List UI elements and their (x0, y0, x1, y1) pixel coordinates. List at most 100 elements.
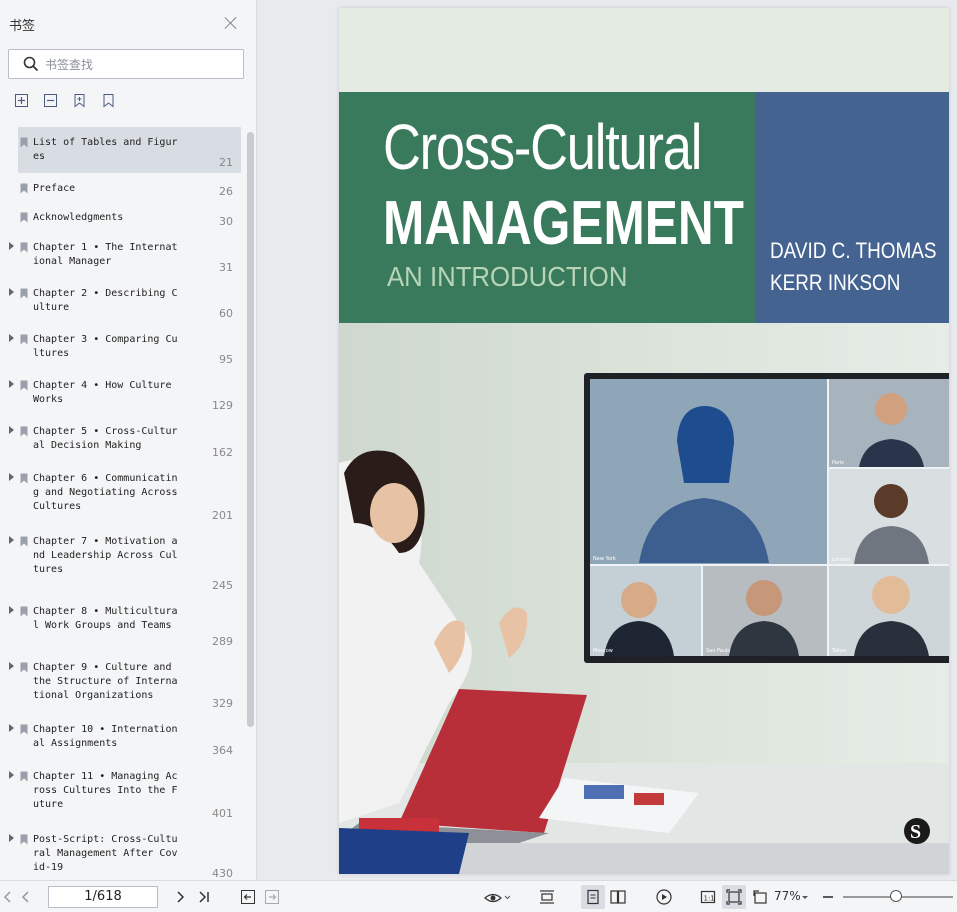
expand-arrow-icon[interactable] (9, 771, 14, 779)
bookmark-item[interactable]: Chapter 1 • The Internat ional Manager 31 (0, 232, 244, 278)
cover-author-1: DAVID C. THOMAS (770, 238, 937, 263)
cover-author-2: KERR INKSON (770, 270, 901, 295)
expand-all-icon[interactable] (14, 93, 29, 108)
bookmark-flag-icon (20, 334, 28, 345)
bookmark-flag-icon (20, 183, 28, 194)
next-page-icon[interactable] (172, 889, 188, 905)
bookmark-item[interactable]: Acknowledgments 30 (0, 202, 244, 232)
rotate-icon[interactable] (752, 889, 768, 905)
fit-page-icon[interactable] (726, 889, 742, 905)
expand-arrow-icon[interactable] (9, 288, 14, 296)
play-slideshow-icon[interactable] (656, 889, 672, 905)
bookmark-item[interactable]: Chapter 10 • Internation al Assignments 3… (0, 714, 244, 761)
bookmark-label: List of Tables and Figur es (33, 137, 178, 162)
bookmark-page-number: 364 (212, 744, 233, 757)
bookmark-page-number: 430 (212, 867, 233, 880)
bookmark-item[interactable]: Post-Script: Cross-Cultu ral Management … (0, 824, 244, 880)
expand-arrow-icon[interactable] (9, 426, 14, 434)
cover-photo: New York Paris London Moscow Sao Paulo T… (339, 323, 949, 874)
bookmark-item[interactable]: Chapter 4 • How Culture Works 129 (0, 370, 244, 416)
bookmark-item[interactable]: Preface 26 (0, 173, 244, 202)
svg-text:S: S (910, 821, 921, 843)
expand-arrow-icon[interactable] (9, 334, 14, 342)
bookmark-label: Chapter 9 • Culture and the Structure of… (33, 662, 178, 701)
expand-arrow-icon[interactable] (9, 606, 14, 614)
bookmark-page-number: 95 (219, 353, 233, 366)
bookmark-flag-icon (20, 288, 28, 299)
bookmark-flag-icon (20, 242, 28, 253)
bookmark-flag-icon (20, 536, 28, 547)
expand-arrow-icon[interactable] (9, 834, 14, 842)
zoom-level[interactable]: 77% (774, 889, 801, 903)
bookmark-label: Post-Script: Cross-Cultu ral Management … (33, 834, 178, 873)
bookmark-label: Chapter 4 • How Culture Works (33, 380, 172, 405)
bookmark-item[interactable]: Chapter 3 • Comparing Cu ltures 95 (0, 324, 244, 370)
fit-width-icon[interactable] (539, 889, 555, 905)
last-page-icon[interactable] (196, 889, 212, 905)
expand-arrow-icon[interactable] (9, 536, 14, 544)
pdf-page-cover: Cross-Cultural MANAGEMENT AN INTRODUCTIO… (339, 8, 949, 874)
forward-view-icon[interactable] (264, 889, 280, 905)
bookmark-label: Chapter 3 • Comparing Cu ltures (33, 334, 178, 359)
zoom-dropdown-icon[interactable] (801, 889, 809, 905)
bookmark-page-number: 401 (212, 807, 233, 820)
tile-label-paris: Paris (832, 460, 844, 466)
two-page-icon[interactable] (610, 889, 626, 905)
bookmark-page-number: 31 (219, 261, 233, 274)
bookmark-page-number: 329 (212, 697, 233, 710)
bookmark-label: Chapter 5 • Cross-Cultur al Decision Mak… (33, 426, 178, 451)
bookmark-item[interactable]: Chapter 7 • Motivation a nd Leadership A… (0, 526, 244, 596)
bookmark-page-number: 26 (219, 185, 233, 198)
expand-arrow-icon[interactable] (9, 380, 14, 388)
bookmark-label: Chapter 7 • Motivation a nd Leadership A… (33, 536, 178, 575)
add-bookmark-icon[interactable] (72, 93, 87, 108)
zoom-slider-knob[interactable] (890, 890, 902, 902)
bookmark-page-number: 245 (212, 579, 233, 592)
prev-page-icon[interactable] (18, 889, 34, 905)
bookmark-list: List of Tables and Figur es 21 Preface 26 Ac… (0, 126, 244, 880)
bookmark-icon[interactable] (101, 93, 116, 108)
search-icon (23, 56, 39, 72)
expand-arrow-icon[interactable] (9, 473, 14, 481)
bookmark-search-box[interactable] (8, 49, 244, 79)
bookmark-item[interactable]: Chapter 9 • Culture and the Structure of… (0, 652, 244, 714)
bookmark-item[interactable]: Chapter 8 • Multicultura l Work Groups a… (0, 596, 244, 652)
bookmark-page-number: 21 (219, 156, 233, 169)
bookmark-flag-icon (20, 724, 28, 735)
bookmark-page-number: 30 (219, 215, 233, 228)
zoom-out-icon[interactable] (820, 889, 836, 905)
tile-label-london: London (832, 557, 850, 563)
bookmark-flag-icon (20, 834, 28, 845)
bookmark-item[interactable]: List of Tables and Figur es 21 (0, 127, 244, 173)
actual-size-icon[interactable]: 1:1 (700, 889, 716, 905)
bookmark-label: Acknowledgments (33, 212, 124, 223)
bookmark-flag-icon (20, 426, 28, 437)
bookmark-page-number: 60 (219, 307, 233, 320)
bookmark-toolbar (14, 93, 116, 111)
bookmark-page-number: 201 (212, 509, 233, 522)
sidebar-title: 书签 (9, 19, 36, 34)
page-number-input[interactable]: 1/618 (48, 886, 158, 908)
expand-arrow-icon[interactable] (9, 242, 14, 250)
sidebar-header: 书签 (0, 0, 257, 46)
back-view-icon[interactable] (240, 889, 256, 905)
bookmark-item[interactable]: Chapter 2 • Describing C ulture 60 (0, 278, 244, 324)
bookmark-sidebar: 书签 List of Tables and Figur es 21 Preface 2… (0, 0, 257, 880)
bookmark-item[interactable]: Chapter 11 • Managing Ac ross Cultures I… (0, 761, 244, 824)
chevron-left-icon[interactable] (0, 889, 16, 905)
expand-arrow-icon[interactable] (9, 724, 14, 732)
status-toolbar: 1/618 1:1 77% (0, 880, 957, 912)
tile-label-saopaulo: Sao Paulo (706, 648, 730, 654)
bookmark-page-number: 162 (212, 446, 233, 459)
sidebar-scrollbar[interactable] (247, 132, 254, 727)
expand-arrow-icon[interactable] (9, 662, 14, 670)
close-icon[interactable] (224, 16, 238, 30)
collapse-all-icon[interactable] (43, 93, 58, 108)
bookmark-item[interactable]: Chapter 6 • Communicatin g and Negotiati… (0, 463, 244, 526)
bookmark-item[interactable]: Chapter 5 • Cross-Cultur al Decision Mak… (0, 416, 244, 463)
eye-care-mode-icon[interactable] (484, 889, 510, 905)
cover-title-line2: MANAGEMENT (383, 189, 744, 258)
single-page-icon[interactable] (585, 889, 601, 905)
bookmark-search-input[interactable] (45, 55, 235, 75)
bookmark-label: Chapter 8 • Multicultura l Work Groups a… (33, 606, 178, 631)
